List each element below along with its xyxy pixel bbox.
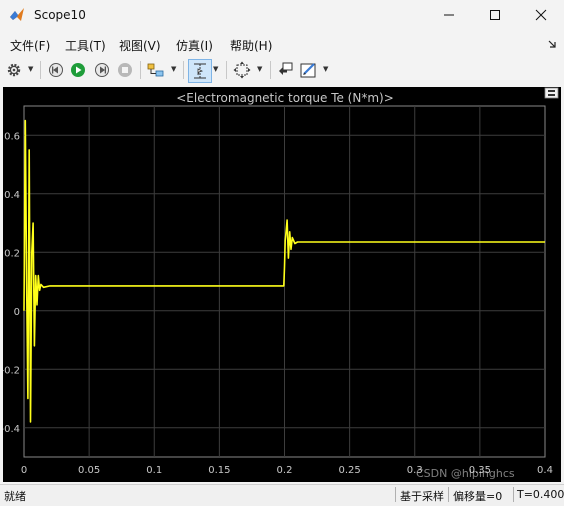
legend-toggle-button[interactable] [544, 87, 559, 99]
toolbar-separator [270, 61, 271, 79]
signal-selector-icon [147, 63, 164, 77]
stop-button[interactable] [115, 60, 135, 80]
maximize-button[interactable] [472, 0, 518, 30]
y-tick-label: 0.2 [4, 248, 20, 259]
cursor-measure-button[interactable] [188, 59, 212, 83]
toolbar-separator [140, 61, 141, 79]
run-icon [71, 63, 85, 77]
cursor-measure-icon [194, 63, 206, 79]
legend-icon [548, 90, 555, 92]
settings-dropdown-arrow-icon[interactable]: ▼ [28, 65, 33, 73]
menu-file[interactable]: 文件(F) [10, 37, 50, 54]
y-tick-label: -0.2 [3, 365, 20, 376]
y-tick-label: 0 [14, 307, 20, 318]
toolbar-separator [40, 61, 41, 79]
title-bar: Scope10 [0, 0, 564, 30]
scope-plot[interactable]: <Electromagnetic torque Te (N*m)> 0 0.05 0… [0, 87, 561, 482]
close-icon [535, 9, 547, 21]
x-tick-label: 0.1 [146, 465, 162, 476]
x-tick-label: 0.4 [537, 465, 553, 476]
x-tick-label: 0.05 [78, 465, 100, 476]
menu-simulation[interactable]: 仿真(I) [176, 37, 213, 54]
toolbar-separator [226, 61, 227, 79]
scope-plot-panel: <Electromagnetic torque Te (N*m)> 0 0.05 0… [0, 87, 561, 482]
menu-tools[interactable]: 工具(T) [65, 37, 106, 54]
signal-selector-button[interactable] [146, 60, 166, 80]
settings-button[interactable] [4, 60, 24, 80]
status-ready-text: 就绪 [4, 490, 26, 503]
run-button[interactable] [68, 60, 88, 80]
style-icon [300, 63, 316, 78]
zoom-dropdown-arrow-icon[interactable]: ▼ [257, 65, 262, 73]
toolbar-separator [183, 61, 184, 79]
status-time: T=0.400 [517, 488, 564, 501]
minimize-button[interactable] [426, 0, 472, 30]
x-tick-label: 0.2 [277, 465, 293, 476]
step-back-button[interactable] [46, 60, 66, 80]
highlight-block-button[interactable] [276, 60, 296, 80]
matlab-app-icon [10, 8, 24, 21]
step-forward-icon [95, 63, 109, 77]
x-tick-label: 0.15 [208, 465, 230, 476]
status-divider [448, 487, 449, 502]
maximize-icon [490, 10, 500, 20]
zoom-fit-button[interactable] [232, 60, 252, 80]
signal-dropdown-arrow-icon[interactable]: ▼ [171, 65, 176, 73]
y-tick-label: 0.4 [4, 190, 20, 201]
menu-view[interactable]: 视图(V) [119, 37, 161, 54]
window-title: Scope10 [34, 8, 86, 22]
style-button[interactable] [299, 60, 319, 80]
y-tick-label: 0.6 [4, 131, 20, 142]
menu-help[interactable]: 帮助(H) [230, 37, 272, 54]
cursor-dropdown-arrow-icon[interactable]: ▼ [213, 65, 218, 73]
y-tick-label: -0.4 [3, 424, 20, 435]
status-bar: 就绪 基于采样 偏移量=0 T=0.400 [0, 484, 564, 506]
plot-title: <Electromagnetic torque Te (N*m)> [176, 91, 394, 105]
toolbar: ▼ ▼ ▼ ▼ ▼ [0, 57, 564, 85]
close-button[interactable] [518, 0, 564, 30]
status-divider [513, 487, 514, 502]
x-tick-label: 0 [21, 465, 27, 476]
gear-icon [7, 63, 21, 77]
watermark: CSDN @hlpinghcs [416, 467, 515, 480]
zoom-fit-icon [233, 61, 251, 79]
step-back-icon [49, 63, 63, 77]
stop-icon [118, 63, 132, 77]
x-tick-label: 0.25 [338, 465, 360, 476]
status-divider [395, 487, 396, 502]
highlight-block-icon [279, 62, 293, 75]
style-dropdown-arrow-icon[interactable]: ▼ [323, 65, 328, 73]
dock-arrow-icon[interactable] [548, 40, 557, 49]
menu-bar: 文件(F) 工具(T) 视图(V) 仿真(I) 帮助(H) [0, 33, 564, 55]
minimize-icon [444, 14, 454, 16]
status-sample-mode: 基于采样 [400, 490, 444, 503]
step-forward-button[interactable] [92, 60, 112, 80]
status-offset: 偏移量=0 [453, 490, 503, 503]
